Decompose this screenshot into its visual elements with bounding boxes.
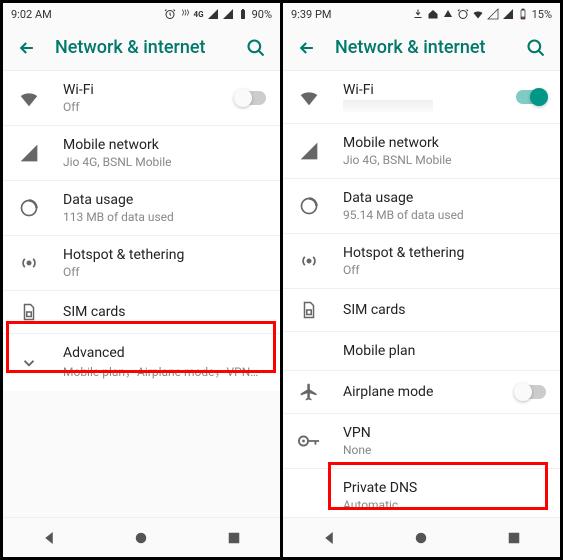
wifi-sub: Off [63,100,214,114]
page-title: Network & internet [55,37,228,58]
nav-bar [283,517,560,557]
status-icons: 4G 90% [164,8,272,21]
privatedns-sub: Automatic [343,498,546,512]
wifi-label: Wi-Fi [63,82,214,98]
mobile-network-row[interactable]: Mobile network Jio 4G, BSNL Mobile [283,124,560,179]
signal-icon [299,141,319,161]
nav-recent-icon[interactable] [505,529,523,547]
wifi-toggle[interactable] [516,90,546,104]
airplane-toggle[interactable] [516,385,546,399]
data-label: Data usage [343,190,546,206]
hotspot-label: Hotspot & tethering [63,247,266,263]
chevron-down-icon [20,354,38,372]
sim-label: SIM cards [63,304,266,320]
data-usage-icon [299,196,319,216]
hotspot-icon [19,253,39,273]
signal-icon [487,8,499,20]
page-title: Network & internet [335,37,508,58]
signal-icon-2 [222,8,234,20]
status-time: 9:39 PM [291,8,331,21]
phone-right: 9:39 PM 15% Network & internet Wi-Fi [283,3,560,557]
search-icon[interactable] [246,38,266,58]
download-icon [412,8,424,20]
settings-list: Wi-Fi Mobile network Jio 4G, BSNL Mobile… [283,71,560,517]
airplane-label: Airplane mode [343,384,494,400]
wifi-icon [18,87,40,109]
signal-icon [19,143,39,163]
status-icons: 15% [412,8,552,21]
status-bar: 9:02 AM 4G 90% [3,3,280,25]
data-label: Data usage [63,192,266,208]
wifi-row[interactable]: Wi-Fi Off [3,71,280,126]
private-dns-row[interactable]: Private DNS Automatic [283,469,560,517]
nav-back-icon[interactable] [40,529,58,547]
heat-icon [179,8,191,20]
hotspot-icon [299,251,319,271]
sim-cards-row[interactable]: SIM cards [283,289,560,332]
wifi-row[interactable]: Wi-Fi [283,71,560,124]
sim-icon [300,300,318,320]
signal-icon-2 [502,8,514,20]
toolbar: Network & internet [3,25,280,71]
back-icon[interactable] [297,38,317,58]
hotspot-row[interactable]: Hotspot & tethering Off [3,236,280,291]
hotspot-sub: Off [343,263,546,277]
mobileplan-label: Mobile plan [343,343,546,359]
data-usage-row[interactable]: Data usage 113 MB of data used [3,181,280,236]
toolbar: Network & internet [283,25,560,71]
signal-icon [207,8,219,20]
alarm-icon [457,8,469,20]
nav-bar [3,517,280,557]
advanced-label: Advanced [63,345,266,361]
vpn-row[interactable]: VPN None [283,414,560,469]
data-sub: 113 MB of data used [63,210,266,224]
settings-list: Wi-Fi Off Mobile network Jio 4G, BSNL Mo… [3,71,280,517]
triangle-icon [442,8,454,20]
status-time: 9:02 AM [11,8,52,21]
vpn-key-icon [298,434,320,448]
nav-back-icon[interactable] [320,529,338,547]
wifi-toggle[interactable] [236,91,266,105]
battery-low-icon [517,8,529,20]
sim-cards-row[interactable]: SIM cards [3,291,280,334]
nav-recent-icon[interactable] [225,529,243,547]
nav-home-icon[interactable] [132,529,150,547]
nav-home-icon[interactable] [412,529,430,547]
airplane-icon [299,382,319,402]
battery-pct: 15% [532,8,552,21]
vpn-sub: None [343,443,546,457]
airplane-row[interactable]: Airplane mode [283,371,560,414]
mobile-label: Mobile network [63,137,266,153]
data-sub: 95.14 MB of data used [343,208,546,222]
mobile-plan-row[interactable]: Mobile plan [283,332,560,371]
sim-label: SIM cards [343,302,546,318]
alarm-icon [164,8,176,20]
privatedns-label: Private DNS [343,480,546,496]
sim-icon [20,302,38,322]
search-icon[interactable] [526,38,546,58]
battery-icon [237,8,249,20]
advanced-sub: Mobile plan，Airplane mode，VPN，Priva… [63,363,266,380]
wifi-sub [343,100,433,112]
hotspot-label: Hotspot & tethering [343,245,546,261]
mobile-sub: Jio 4G, BSNL Mobile [343,153,546,167]
hotspot-sub: Off [63,265,266,279]
phone-left: 9:02 AM 4G 90% Network & internet Wi-Fi … [3,3,280,557]
hotspot-row[interactable]: Hotspot & tethering Off [283,234,560,289]
battery-pct: 90% [252,8,272,21]
wifi-label: Wi-Fi [343,82,494,98]
wifi-icon [298,86,320,108]
status-bar: 9:39 PM 15% [283,3,560,25]
home-small-icon [427,8,439,20]
mobile-label: Mobile network [343,135,546,151]
advanced-row[interactable]: Advanced Mobile plan，Airplane mode，VPN，P… [3,334,280,391]
network-badge: 4G [194,10,204,19]
mobile-sub: Jio 4G, BSNL Mobile [63,155,266,169]
data-usage-icon [19,198,39,218]
data-usage-row[interactable]: Data usage 95.14 MB of data used [283,179,560,234]
vpn-label: VPN [343,425,546,441]
back-icon[interactable] [17,38,37,58]
mobile-network-row[interactable]: Mobile network Jio 4G, BSNL Mobile [3,126,280,181]
wifi-status-icon [472,8,484,20]
